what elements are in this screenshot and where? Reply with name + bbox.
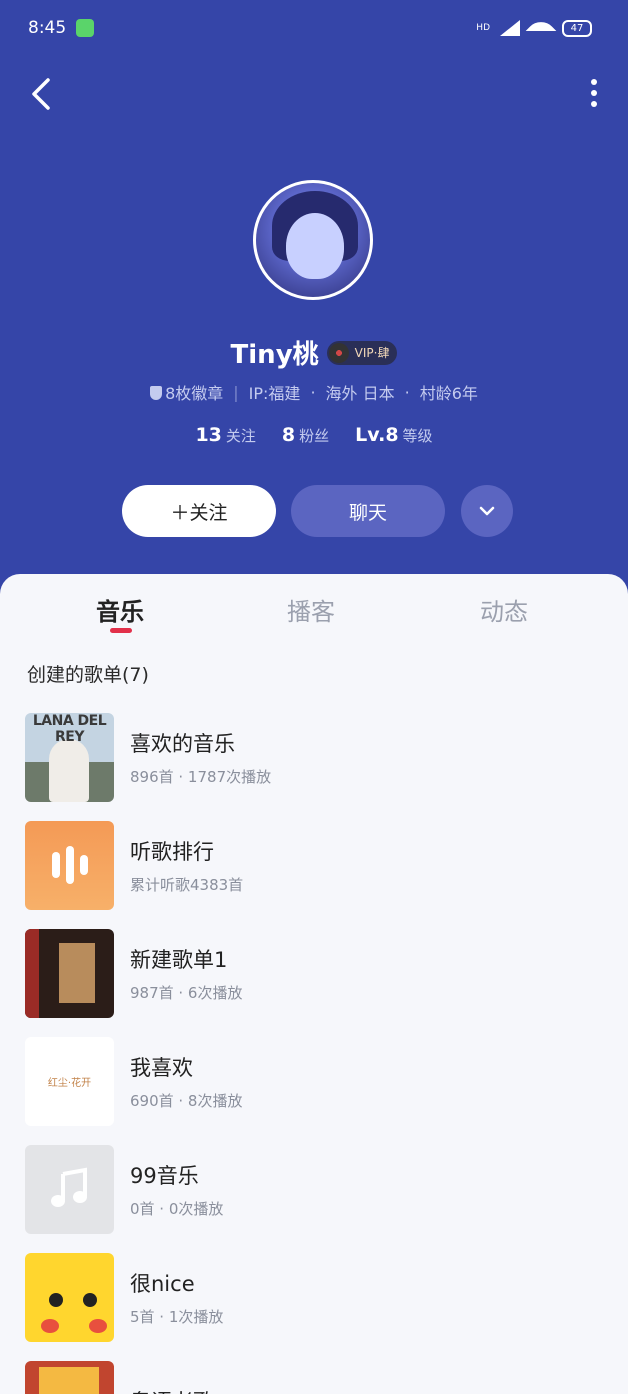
playlist-cover xyxy=(25,928,114,1018)
playlist-item[interactable]: 听歌排行 累计听歌4383首 xyxy=(25,820,605,910)
playlist-item[interactable]: 粤语老歌 xyxy=(25,1360,605,1394)
android-notification-icon xyxy=(76,19,95,37)
fans-count: 8 xyxy=(281,424,296,446)
network-type-label: HD xyxy=(476,23,490,33)
following-label: 关注 xyxy=(225,427,256,445)
playlist-stats: 0首 · 0次播放 xyxy=(130,1199,224,1218)
level-stat[interactable]: Lv.8 等级 xyxy=(355,424,432,446)
ip-location: IP:福建 xyxy=(248,384,301,403)
bar-chart-icon xyxy=(79,855,88,875)
avatar-face xyxy=(286,213,344,279)
playlist-name: 喜欢的音乐 xyxy=(130,731,235,756)
avatar[interactable] xyxy=(253,180,373,300)
playlist-cover: LANA DEL REY xyxy=(25,712,114,802)
cover-cheek xyxy=(41,1318,59,1333)
tab-indicator xyxy=(110,628,132,633)
vinyl-icon xyxy=(328,342,349,363)
profile-header: 8:45 HD 47 Tiny桃 VIP·肆 8枚徽章 | IP:福建 · 海外… xyxy=(0,0,628,600)
signal-icon xyxy=(500,20,520,36)
badges-link[interactable]: 8枚徽章 xyxy=(150,380,223,404)
cover-strip xyxy=(25,928,39,1018)
playlist-stats: 987首 · 6次播放 xyxy=(130,983,243,1002)
cover-art xyxy=(39,1366,99,1394)
cover-cheek xyxy=(89,1318,107,1333)
level-label: 等级 xyxy=(402,427,433,445)
playlist-item[interactable]: 99音乐 0首 · 0次播放 xyxy=(25,1144,605,1234)
more-dot-icon xyxy=(591,90,597,96)
following-stat[interactable]: 13 关注 xyxy=(195,424,255,446)
cover-door xyxy=(59,942,95,1003)
playlist-stats: 5首 · 1次播放 xyxy=(130,1307,224,1326)
bar-chart-icon xyxy=(65,846,74,884)
ranking-cover xyxy=(25,820,114,910)
tab-moments[interactable]: 动态 xyxy=(480,592,528,627)
divider: | xyxy=(233,382,239,402)
playlist-stats: 690首 · 8次播放 xyxy=(130,1091,243,1110)
back-button[interactable] xyxy=(28,74,64,114)
chevron-down-icon xyxy=(479,506,495,516)
expand-button[interactable] xyxy=(461,485,513,537)
playlist-name: 我喜欢 xyxy=(130,1055,193,1080)
username: Tiny桃 xyxy=(230,340,319,370)
follow-button[interactable]: ＋关注 xyxy=(122,485,276,537)
cover-person xyxy=(49,738,89,802)
wifi-icon xyxy=(530,20,552,36)
more-options-button[interactable] xyxy=(584,74,604,114)
playlist-name: 粤语老歌 xyxy=(130,1386,214,1394)
level-value: Lv.8 xyxy=(355,424,399,446)
profile-meta: 8枚徽章 | IP:福建 · 海外 日本 · 村龄6年 xyxy=(0,380,628,404)
cover-eye xyxy=(49,1292,63,1307)
chat-button[interactable]: 聊天 xyxy=(291,485,445,537)
location: 海外 日本 xyxy=(325,384,395,403)
tab-podcast[interactable]: 播客 xyxy=(287,592,335,627)
dot-separator: · xyxy=(404,382,410,402)
playlist-item[interactable]: 很nice 5首 · 1次播放 xyxy=(25,1252,605,1342)
content-panel: 音乐 播客 动态 创建的歌单(7) LANA DEL REY 喜欢的音乐 896… xyxy=(0,574,628,1394)
more-dot-icon xyxy=(591,101,597,107)
fans-stat[interactable]: 8 粉丝 xyxy=(282,424,329,446)
playlist-name: 很nice xyxy=(130,1271,195,1296)
playlist-cover xyxy=(25,1360,114,1394)
village-age: 村龄6年 xyxy=(419,384,478,403)
cover-text: LANA DEL REY xyxy=(32,712,107,745)
following-count: 13 xyxy=(195,424,222,446)
playlist-stats: 896首 · 1787次播放 xyxy=(130,767,272,786)
cover-text: 红尘·花开 xyxy=(47,1077,92,1089)
playlist-name: 99音乐 xyxy=(130,1163,199,1188)
playlist-item[interactable]: 红尘·花开 我喜欢 690首 · 8次播放 xyxy=(25,1036,605,1126)
cover-eye xyxy=(83,1292,97,1307)
chevron-left-icon xyxy=(32,78,50,110)
tab-music[interactable]: 音乐 xyxy=(96,592,144,627)
playlist-name: 听歌排行 xyxy=(130,839,214,864)
badges-label: 8枚徽章 xyxy=(165,384,224,403)
vip-label: VIP·肆 xyxy=(354,346,390,360)
playlist-item[interactable]: 新建歌单1 987首 · 6次播放 xyxy=(25,928,605,1018)
dot-separator: · xyxy=(310,382,316,402)
section-title: 创建的歌单(7) xyxy=(27,664,149,686)
shield-icon xyxy=(150,386,163,400)
playlist-name: 新建歌单1 xyxy=(130,947,228,972)
more-dot-icon xyxy=(591,79,597,85)
bar-chart-icon xyxy=(51,852,60,878)
stats-row: 13 关注 8 粉丝 Lv.8 等级 xyxy=(0,424,628,446)
playlist-cover xyxy=(25,1252,114,1342)
fans-label: 粉丝 xyxy=(299,427,330,445)
playlist-stats: 累计听歌4383首 xyxy=(130,875,244,894)
battery-icon: 47 xyxy=(562,19,592,37)
tab-bar: 音乐 播客 动态 xyxy=(0,574,628,634)
status-bar: 8:45 HD 47 xyxy=(28,14,592,42)
playlist-cover xyxy=(25,1144,114,1234)
playlist-cover: 红尘·花开 xyxy=(25,1036,114,1126)
music-note-icon xyxy=(50,1167,87,1207)
vip-badge[interactable]: VIP·肆 xyxy=(326,340,398,365)
status-time: 8:45 xyxy=(28,18,67,38)
username-row: Tiny桃 VIP·肆 xyxy=(0,334,628,371)
playlist-item[interactable]: LANA DEL REY 喜欢的音乐 896首 · 1787次播放 xyxy=(25,712,605,802)
